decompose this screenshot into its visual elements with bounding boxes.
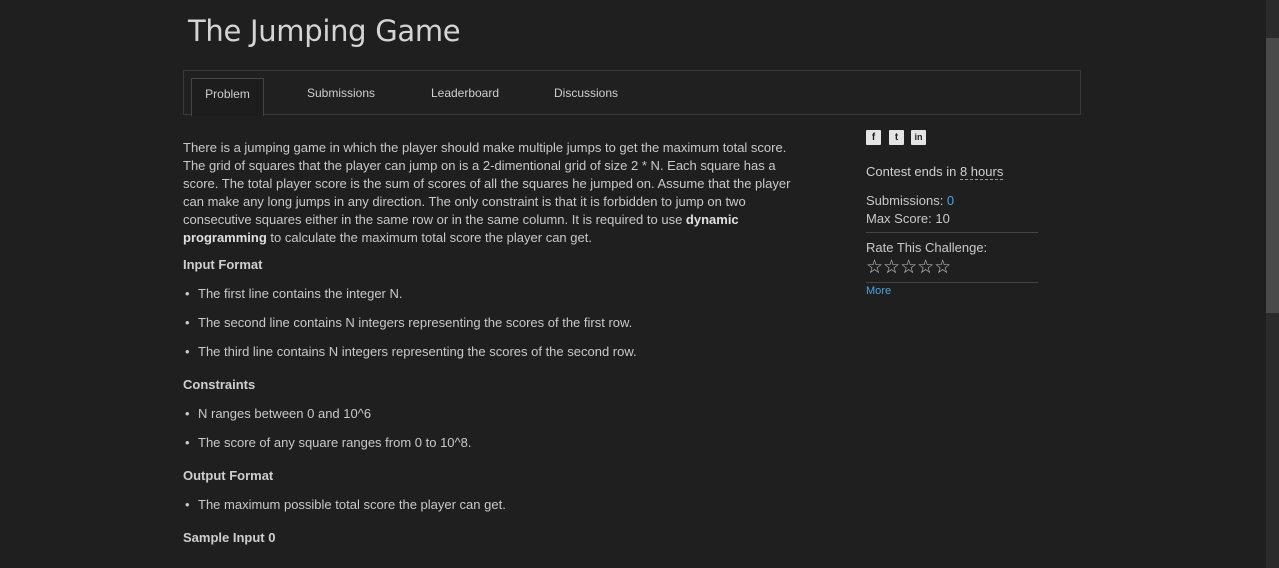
divider (866, 282, 1038, 283)
linkedin-icon[interactable]: in (911, 130, 926, 145)
problem-description: There is a jumping game in which the pla… (183, 140, 791, 245)
scrollbar[interactable] (1266, 0, 1279, 568)
submissions-count: Submissions: 0 (866, 193, 955, 208)
output-format-heading: Output Format (183, 468, 274, 483)
list-item: The first line contains the integer N. (183, 285, 808, 303)
constraints-heading: Constraints (183, 377, 256, 392)
tab-discussions[interactable]: Discussions (544, 78, 628, 116)
max-score: Max Score: 10 (866, 211, 950, 226)
scrollbar-thumb[interactable] (1266, 38, 1279, 313)
more-link[interactable]: More (866, 285, 891, 297)
tab-problem[interactable]: Problem (191, 78, 264, 116)
list-item: N ranges between 0 and 10^6 (183, 405, 808, 423)
list-item: The score of any square ranges from 0 to… (183, 434, 808, 452)
list-item: The second line contains N integers repr… (183, 314, 808, 332)
rate-label: Rate This Challenge: (866, 240, 988, 255)
tab-submissions[interactable]: Submissions (298, 78, 384, 116)
facebook-icon[interactable]: f (866, 130, 881, 145)
tab-bar: Problem Submissions Leaderboard Discussi… (183, 70, 1081, 116)
contest-hours: 8 hours (959, 164, 1004, 180)
input-format-heading: Input Format (183, 257, 263, 272)
rating-stars[interactable]: ☆☆☆☆☆ (866, 256, 951, 279)
list-item: The third line contains N integers repre… (183, 343, 808, 361)
twitter-icon[interactable]: t (889, 130, 904, 145)
sample-input-heading: Sample Input 0 (183, 530, 276, 545)
submissions-link[interactable]: 0 (947, 193, 954, 208)
divider (866, 232, 1038, 233)
list-item: The maximum possible total score the pla… (183, 496, 808, 514)
page-title: The Jumping Game (188, 14, 461, 48)
problem-statement: There is a jumping game in which the pla… (183, 139, 808, 547)
contest-timer: Contest ends in 8 hours (866, 164, 1004, 180)
tab-leaderboard[interactable]: Leaderboard (420, 78, 510, 116)
